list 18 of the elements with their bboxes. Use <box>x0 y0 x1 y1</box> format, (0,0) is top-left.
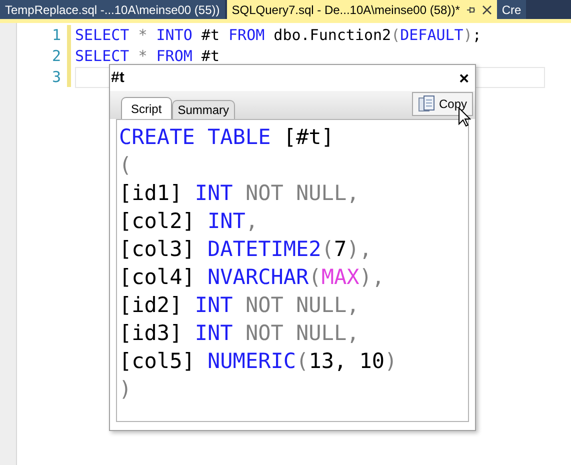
tab[interactable]: Script <box>121 97 172 119</box>
popup-title: #t <box>111 68 124 88</box>
tab[interactable]: Summary <box>172 100 236 119</box>
change-bar <box>67 25 71 87</box>
document-tab[interactable]: Cre <box>496 0 526 19</box>
script-text: CREATE TABLE [#t] ( [id1] INT NOT NULL, [col2] INT, [col3] DATETIME2(7), [col4] NVARCHAR(MAX), [id2] INT NOT NULL, [id3] INT NOT NULL, [col5] NUMERIC(13, 10) ) <box>119 124 398 403</box>
code-line: SELECT * FROM #t <box>75 47 220 65</box>
code-line: SELECT * INTO #t FROM dbo.Function2(DEFAULT); <box>75 26 482 44</box>
document-icon <box>418 95 436 113</box>
close-icon[interactable] <box>482 4 492 14</box>
line-number: 3 <box>52 67 61 88</box>
document-tab[interactable]: TempReplace.sql -...10A\meinse00 (55)) <box>0 0 225 19</box>
line-number: 1 <box>52 25 61 46</box>
line-number: 2 <box>52 46 61 67</box>
pin-icon[interactable] <box>466 4 476 14</box>
copy-button[interactable]: Copy <box>412 92 473 116</box>
document-tab[interactable]: SQLQuery7.sql - De...10A\meinse00 (58))* <box>226 0 497 19</box>
close-button[interactable]: × <box>459 70 469 86</box>
